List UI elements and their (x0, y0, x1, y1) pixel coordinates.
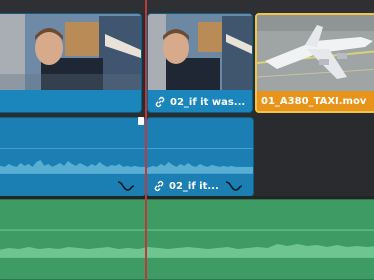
clip-name: 02_if it was... (170, 96, 246, 108)
audio-waveform (0, 148, 145, 174)
clip-name: 01_A380_TAXI.mov (261, 96, 367, 107)
timeline[interactable]: 02_if it was... 01_A380_TAXI.mov 02_if i… (0, 0, 374, 280)
playhead[interactable] (145, 0, 147, 280)
audio-clip-2[interactable]: 02_if it... (146, 117, 254, 197)
clip-label: 01_A380_TAXI.mov (261, 96, 366, 107)
playhead-marker[interactable] (138, 117, 144, 125)
keyframe-curve-icon[interactable] (225, 180, 243, 192)
audio-clip-1[interactable] (0, 117, 146, 197)
music-clip[interactable] (0, 199, 374, 280)
timeline-ruler[interactable] (0, 0, 374, 14)
video-clip-a380-taxi[interactable]: 01_A380_TAXI.mov (255, 13, 374, 113)
clip-label: 02_if it was... (154, 96, 245, 108)
audio-waveform (147, 148, 253, 174)
clip-thumbnail (0, 14, 141, 90)
video-clip-interview-1[interactable] (0, 13, 142, 113)
link-icon (154, 180, 164, 192)
video-track: 02_if it was... 01_A380_TAXI.mov (0, 13, 374, 117)
video-clip-interview-2[interactable]: 02_if it was... (147, 13, 253, 113)
link-icon (155, 96, 165, 108)
clip-label: 02_if it... (153, 180, 219, 192)
audio-track: 02_if it... (0, 117, 374, 199)
music-track (0, 199, 374, 280)
keyframe-curve-icon[interactable] (117, 180, 135, 192)
clip-thumbnail (257, 15, 374, 91)
audio-waveform (0, 229, 374, 258)
clip-thumbnail (148, 14, 252, 90)
clip-name: 02_if it... (169, 180, 219, 192)
